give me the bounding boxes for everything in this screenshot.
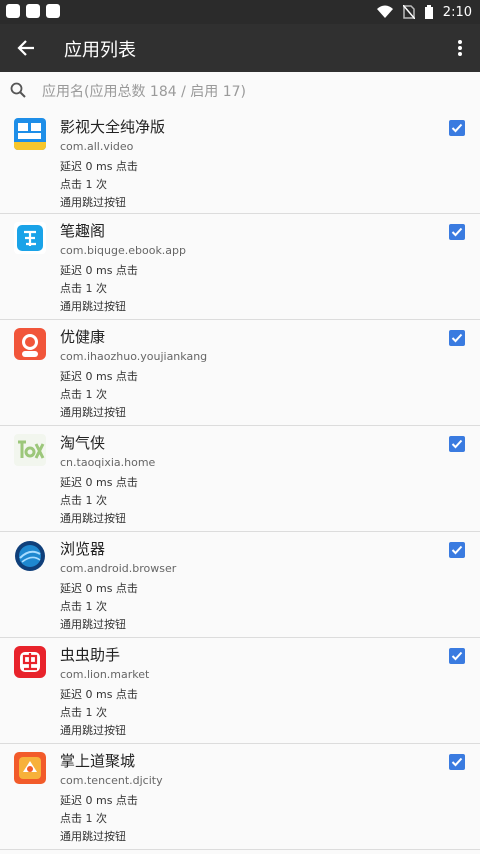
enable-checkbox[interactable] <box>449 648 465 664</box>
delay-text: 延迟 0 ms 点击 <box>60 160 138 173</box>
overflow-menu-button[interactable] <box>448 32 472 64</box>
delay-text: 延迟 0 ms 点击 <box>60 794 138 807</box>
check-icon <box>451 123 463 133</box>
click-count-text: 点击 1 次 <box>60 178 107 191</box>
app-name: 影视大全纯净版 <box>60 118 166 136</box>
chongchong-app-icon <box>14 646 46 678</box>
clock: 2:10 <box>442 4 472 20</box>
rule-text: 通用跳过按钮 <box>60 196 126 209</box>
page-title: 应用列表 <box>64 40 136 61</box>
search-input[interactable] <box>40 78 464 106</box>
enable-checkbox[interactable] <box>449 542 465 558</box>
package-name: cn.taoqixia.home <box>60 456 156 469</box>
enable-checkbox[interactable] <box>449 120 465 136</box>
enable-checkbox[interactable] <box>449 330 465 346</box>
list-item[interactable]: 影视大全纯净版 com.all.video 延迟 0 ms 点击 点击 1 次 … <box>0 110 480 214</box>
back-button[interactable] <box>10 32 42 64</box>
package-name: com.lion.market <box>60 668 150 681</box>
click-count-text: 点击 1 次 <box>60 494 107 507</box>
app-name: 淘气侠 <box>60 434 106 452</box>
check-icon <box>451 227 463 237</box>
check-icon <box>451 757 463 767</box>
app-name: 优健康 <box>60 328 106 346</box>
click-count-text: 点击 1 次 <box>60 388 107 401</box>
check-icon <box>451 333 463 343</box>
app-name: 笔趣阁 <box>60 222 106 240</box>
rule-text: 通用跳过按钮 <box>60 406 126 419</box>
enable-checkbox[interactable] <box>449 754 465 770</box>
app-name: 掌上道聚城 <box>60 752 136 770</box>
no-sim-icon <box>402 5 415 19</box>
battery-icon <box>424 5 433 19</box>
list-item[interactable]: 浏览器 com.android.browser 延迟 0 ms 点击 点击 1 … <box>0 532 480 638</box>
notification-icon <box>26 4 40 18</box>
app-toolbar: 应用列表 <box>0 24 480 72</box>
rule-text: 通用跳过按钮 <box>60 830 126 843</box>
delay-text: 延迟 0 ms 点击 <box>60 582 138 595</box>
wifi-icon <box>376 5 393 19</box>
video-app-icon <box>14 118 46 150</box>
taoqixia-app-icon <box>14 434 46 466</box>
click-count-text: 点击 1 次 <box>60 812 107 825</box>
check-icon <box>451 545 463 555</box>
delay-text: 延迟 0 ms 点击 <box>60 688 138 701</box>
status-bar: 2:10 <box>0 0 480 24</box>
enable-checkbox[interactable] <box>449 224 465 240</box>
rule-text: 通用跳过按钮 <box>60 512 126 525</box>
click-count-text: 点击 1 次 <box>60 706 107 719</box>
search-bar <box>0 72 480 110</box>
book-app-icon <box>14 222 46 254</box>
app-list: 影视大全纯净版 com.all.video 延迟 0 ms 点击 点击 1 次 … <box>0 110 480 850</box>
click-count-text: 点击 1 次 <box>60 600 107 613</box>
check-icon <box>451 439 463 449</box>
more-vert-icon <box>458 40 462 56</box>
notification-icon <box>6 4 20 18</box>
package-name: com.all.video <box>60 140 134 153</box>
list-item[interactable]: 优健康 com.ihaozhuo.youjiankang 延迟 0 ms 点击 … <box>0 320 480 426</box>
package-name: com.ihaozhuo.youjiankang <box>60 350 208 363</box>
rule-text: 通用跳过按钮 <box>60 618 126 631</box>
app-name: 虫虫助手 <box>60 646 121 664</box>
app-name: 浏览器 <box>60 540 106 558</box>
browser-app-icon <box>14 540 46 572</box>
package-name: com.biquge.ebook.app <box>60 244 187 257</box>
delay-text: 延迟 0 ms 点击 <box>60 264 138 277</box>
djcity-app-icon <box>14 752 46 784</box>
health-app-icon <box>14 328 46 360</box>
arrow-left-icon <box>17 40 34 56</box>
list-item[interactable]: 掌上道聚城 com.tencent.djcity 延迟 0 ms 点击 点击 1… <box>0 744 480 850</box>
notification-icon <box>46 4 60 18</box>
notification-icons <box>6 4 60 18</box>
list-item[interactable]: 淘气侠 cn.taoqixia.home 延迟 0 ms 点击 点击 1 次 通… <box>0 426 480 532</box>
search-icon <box>10 82 26 102</box>
click-count-text: 点击 1 次 <box>60 282 107 295</box>
rule-text: 通用跳过按钮 <box>60 300 126 313</box>
check-icon <box>451 651 463 661</box>
list-item[interactable]: 虫虫助手 com.lion.market 延迟 0 ms 点击 点击 1 次 通… <box>0 638 480 744</box>
delay-text: 延迟 0 ms 点击 <box>60 476 138 489</box>
delay-text: 延迟 0 ms 点击 <box>60 370 138 383</box>
list-item[interactable]: 笔趣阁 com.biquge.ebook.app 延迟 0 ms 点击 点击 1… <box>0 214 480 320</box>
package-name: com.android.browser <box>60 562 177 575</box>
package-name: com.tencent.djcity <box>60 774 163 787</box>
enable-checkbox[interactable] <box>449 436 465 452</box>
rule-text: 通用跳过按钮 <box>60 724 126 737</box>
